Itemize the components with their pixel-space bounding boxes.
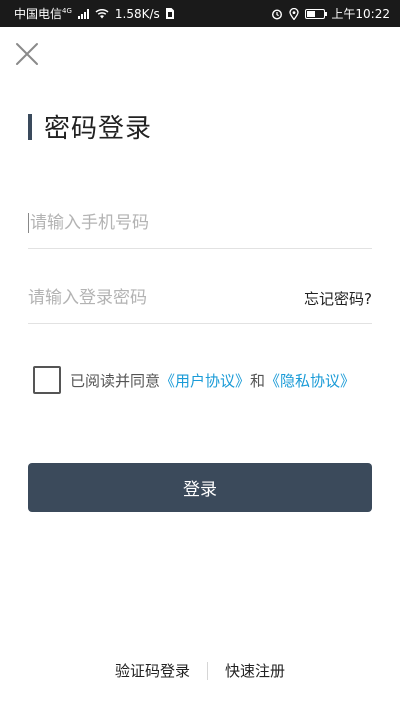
close-icon xyxy=(16,43,38,65)
password-field: 忘记密码? xyxy=(28,273,372,324)
agreement-checkbox[interactable] xyxy=(33,366,61,394)
status-bar: 中国电信4G 1.58K/s 上午10:22 xyxy=(0,0,400,27)
signal-icon xyxy=(77,8,89,19)
privacy-agreement-link[interactable]: 《隐私协议》 xyxy=(265,370,355,391)
battery-icon xyxy=(305,8,328,19)
status-right: 上午10:22 xyxy=(271,5,390,22)
close-button[interactable] xyxy=(14,41,40,67)
title-accent-bar xyxy=(28,113,32,140)
phone-input[interactable] xyxy=(30,213,372,233)
quick-register-link[interactable]: 快速注册 xyxy=(225,660,285,681)
status-time: 上午10:22 xyxy=(331,7,390,21)
page-title: 密码登录 xyxy=(44,114,153,144)
sim-icon xyxy=(165,8,174,19)
sms-login-link[interactable]: 验证码登录 xyxy=(115,660,190,681)
user-agreement-link[interactable]: 《用户协议》 xyxy=(160,370,250,391)
status-left: 中国电信4G 1.58K/s xyxy=(14,5,174,22)
agreement-prefix: 已阅读并同意 xyxy=(70,371,161,390)
agreement-row: 已阅读并同意 《用户协议》 和 《隐私协议》 xyxy=(33,366,355,394)
network-speed: 1.58K/s xyxy=(114,6,160,21)
password-input[interactable] xyxy=(28,288,305,308)
login-button[interactable]: 登录 xyxy=(28,463,372,512)
text-caret xyxy=(28,213,29,233)
phone-field xyxy=(28,198,372,249)
forgot-password-link[interactable]: 忘记密码? xyxy=(304,288,372,309)
title-block: 密码登录 xyxy=(28,108,152,145)
bottom-links: 验证码登录 快速注册 xyxy=(0,660,400,681)
wifi-icon xyxy=(95,8,109,19)
alarm-icon xyxy=(271,8,283,20)
location-icon xyxy=(289,7,300,20)
bottom-divider xyxy=(207,661,208,680)
network-type: 4G xyxy=(62,7,72,15)
agreement-and: 和 xyxy=(250,371,266,390)
carrier-name: 中国电信4G xyxy=(14,7,72,21)
